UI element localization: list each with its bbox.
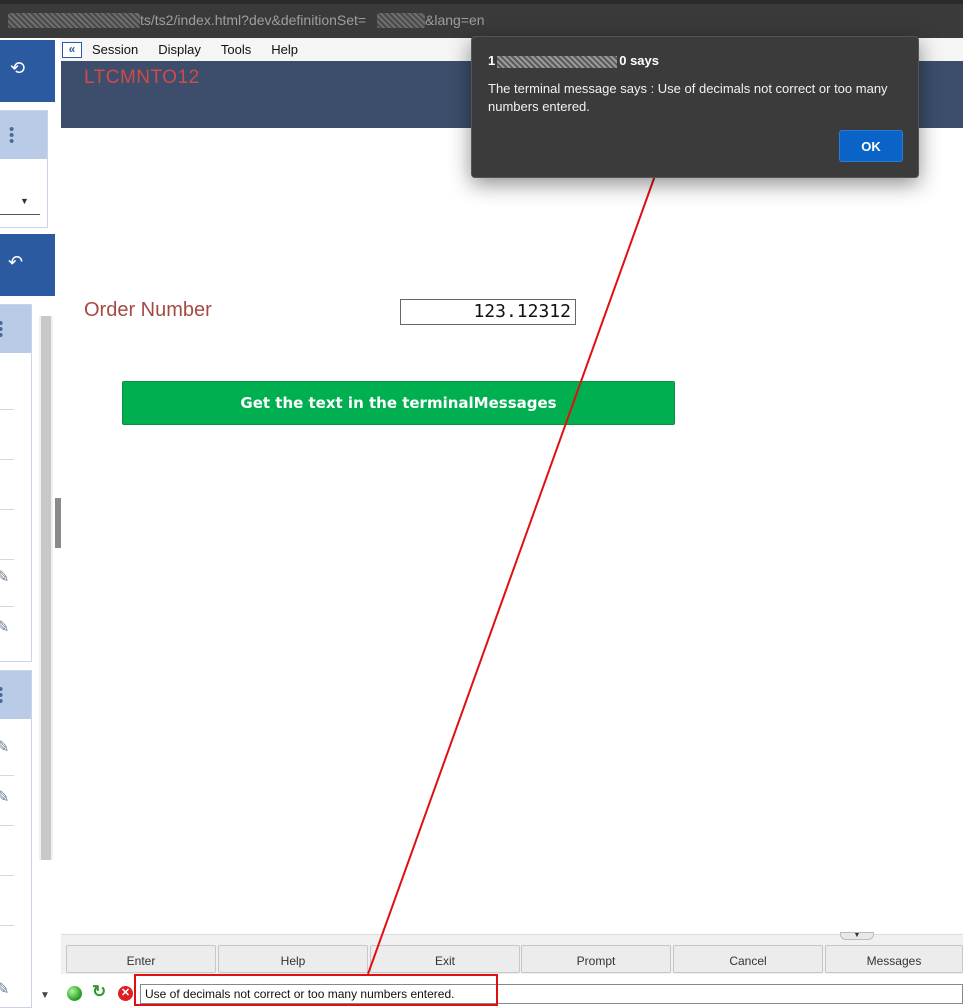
panel-divider: [0, 459, 14, 460]
more-vertical-icon[interactable]: •••: [0, 682, 3, 709]
enter-button[interactable]: Enter: [66, 945, 216, 973]
redacted-definition-set: [377, 13, 425, 28]
dialog-origin-suffix: 0 says: [619, 53, 659, 68]
panel-card-header: •••: [0, 671, 31, 719]
error-icon: ✕: [118, 986, 133, 1001]
edit-icon[interactable]: ✎: [0, 979, 9, 999]
status-message: Use of decimals not correct or too many …: [140, 984, 963, 1004]
get-terminal-messages-button[interactable]: Get the text in the terminalMessages: [122, 381, 675, 425]
dropdown-underline: [0, 214, 40, 215]
dialog-origin: 1 0 says: [488, 53, 659, 68]
messages-button[interactable]: Messages: [825, 945, 963, 973]
panel-card-2: ••• ✎ ✎: [0, 304, 32, 662]
screen-id: LTCMNTO12: [84, 67, 200, 88]
session-refresh-icon: ⟲: [10, 58, 26, 78]
more-vertical-icon[interactable]: •••: [9, 122, 14, 149]
address-bar[interactable]: ts/ts2/index.html?dev&definitionSet= &la…: [0, 0, 963, 38]
refresh-icon[interactable]: ↻: [92, 982, 106, 1002]
dropdown-arrow-icon[interactable]: ▼: [20, 196, 29, 206]
panel-scrollbar-thumb[interactable]: [41, 316, 51, 860]
panel-divider: [0, 875, 14, 876]
dialog-message: The terminal message says : Use of decim…: [488, 81, 888, 114]
edit-icon[interactable]: ✎: [0, 787, 9, 807]
url-path: ts/ts2/index.html?dev&definitionSet=: [140, 12, 367, 28]
cancel-button[interactable]: Cancel: [673, 945, 823, 973]
help-button[interactable]: Help: [218, 945, 368, 973]
order-number-input[interactable]: 123.12312: [400, 299, 576, 325]
panel-card-header: •••: [0, 111, 47, 159]
undo-icon: ↶: [8, 252, 24, 272]
redacted-origin: [497, 55, 618, 68]
edit-icon[interactable]: ✎: [0, 737, 9, 757]
more-vertical-icon[interactable]: •••: [0, 316, 3, 343]
fkey-toggle-icon[interactable]: ▼: [840, 932, 874, 940]
edit-icon[interactable]: ✎: [0, 567, 9, 587]
panel-divider: [0, 606, 14, 607]
prompt-button[interactable]: Prompt: [521, 945, 671, 973]
browser-window: ts/ts2/index.html?dev&definitionSet= &la…: [0, 0, 963, 1008]
session-tile[interactable]: ⟲: [0, 40, 55, 102]
panel-divider: [0, 775, 14, 776]
redacted-host: [8, 13, 140, 28]
panel-card-3: ••• ✎ ✎ ✎: [0, 670, 32, 1008]
panel-card-header: •••: [0, 305, 31, 353]
collapse-panel-button[interactable]: «: [62, 41, 82, 58]
panel-divider: [0, 559, 14, 560]
undo-tile[interactable]: ↶: [0, 234, 55, 296]
panel-divider: [0, 925, 14, 926]
dialog-origin-prefix: 1: [488, 53, 496, 68]
menu-tools[interactable]: Tools: [221, 42, 251, 57]
panel-divider: [0, 825, 14, 826]
menu-display[interactable]: Display: [158, 42, 201, 57]
panel-divider: [0, 509, 14, 510]
url-query: &lang=en: [425, 12, 485, 28]
menu-help[interactable]: Help: [271, 42, 298, 57]
edit-icon[interactable]: ✎: [0, 617, 9, 637]
scroll-down-icon[interactable]: ▼: [40, 990, 50, 1001]
ok-button[interactable]: OK: [839, 130, 903, 162]
exit-button[interactable]: Exit: [370, 945, 520, 973]
menu-session[interactable]: Session: [92, 42, 138, 57]
panel-card-1: • • • ▼: [0, 110, 48, 228]
connected-icon: [67, 986, 82, 1001]
panel-resize-handle[interactable]: [55, 498, 61, 548]
alert-dialog: 1 0 says The terminal message says : Use …: [471, 36, 919, 178]
order-number-label: Order Number: [84, 299, 212, 321]
panel-divider: [0, 409, 14, 410]
